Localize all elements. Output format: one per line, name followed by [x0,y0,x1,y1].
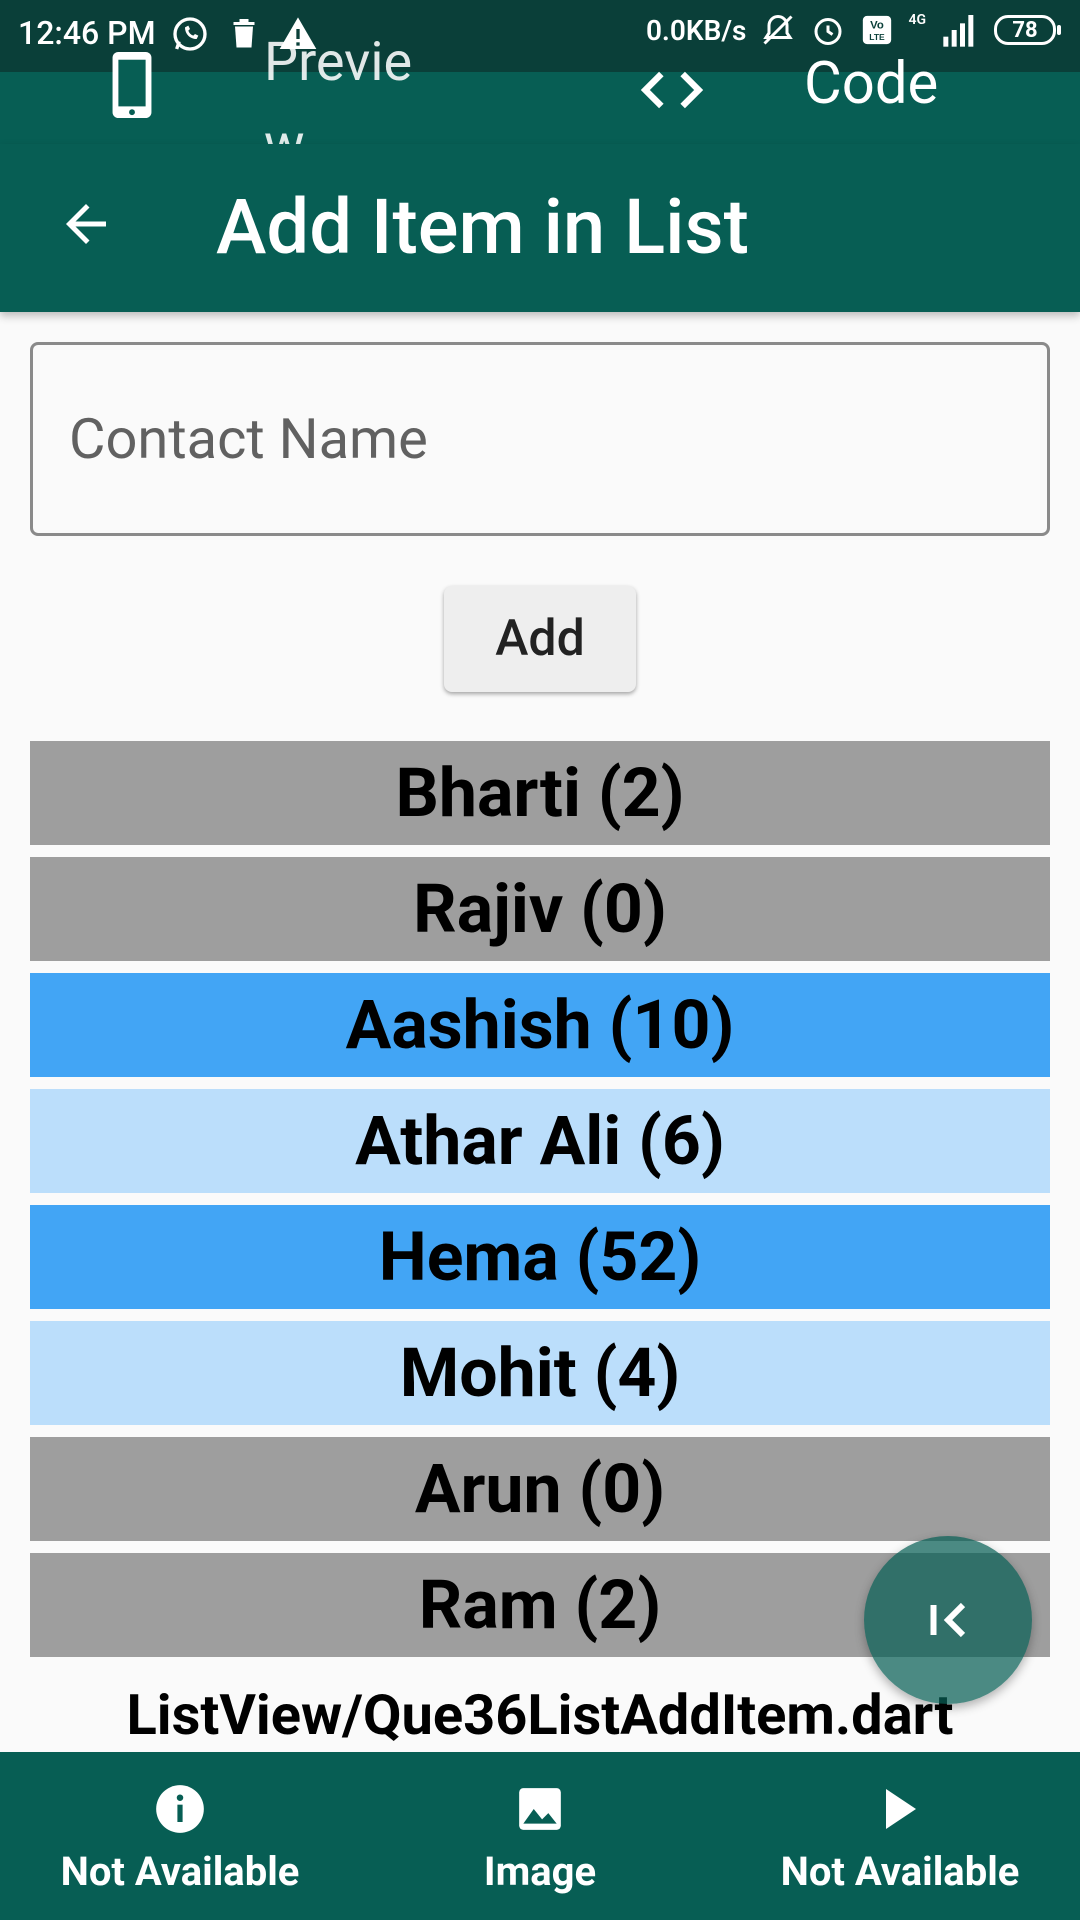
contact-list: Bharti (2) Rajiv (0) Aashish (10) Athar … [30,741,1050,1669]
image-icon [519,1788,561,1830]
list-item[interactable]: Hema (52) [30,1205,1050,1309]
back-arrow-icon[interactable] [56,194,116,254]
preview-code-tabs: Preview Code [0,31,1080,176]
network-speed: 0.0KB/s [645,13,747,47]
network-type: 4G [908,12,926,28]
whatsapp-icon [173,17,207,51]
play-icon [886,1789,916,1829]
page-title: Add Item in List [216,182,749,272]
status-time: 12:46 PM [18,14,156,52]
info-icon [156,1785,204,1833]
bottom-nav-item-run[interactable]: Not Available [760,1752,1040,1920]
delete-icon [233,19,255,48]
phone-icon[interactable] [110,50,154,120]
contact-name-placeholder: Contact Name [69,406,428,472]
list-item[interactable]: Aashish (10) [30,973,1050,1077]
volte-icon: VoLTE [863,15,892,45]
bottom-nav: Not Available Image Not Available [0,1752,1080,1920]
battery-icon: 78 [994,15,1061,45]
alarm-icon [814,18,842,45]
status-right: 0.0KB/s Vo LTE 4G 78 [645,12,1061,48]
contact-name-input[interactable]: Contact Name [30,342,1050,536]
collapse-fab-button[interactable] [864,1536,1032,1704]
first-page-icon [930,1602,966,1638]
list-item[interactable]: Mohit (4) [30,1321,1050,1425]
list-item[interactable]: Arun (0) [30,1437,1050,1541]
code-icon[interactable] [640,58,704,122]
list-item[interactable]: Athar Ali (6) [30,1089,1050,1193]
bottom-nav-item-info[interactable]: Not Available [40,1752,320,1920]
list-item[interactable]: Rajiv (0) [30,857,1050,961]
bottom-nav-label: Not Available [60,1848,300,1895]
bottom-nav-item-image[interactable]: Image [440,1752,640,1920]
bottom-nav-label: Not Available [780,1848,1020,1895]
svg-text:LTE: LTE [870,32,886,42]
tab-code[interactable]: Code [804,50,938,118]
mute-icon [763,14,794,45]
bottom-nav-label: Image [483,1848,597,1895]
list-item[interactable]: Bharti (2) [30,741,1050,845]
svg-text:Vo: Vo [871,20,885,32]
app-bar: Add Item in List [0,144,1080,312]
signal-icon [943,15,974,47]
battery-level: 78 [1012,17,1038,43]
add-button[interactable]: Add [444,586,636,692]
